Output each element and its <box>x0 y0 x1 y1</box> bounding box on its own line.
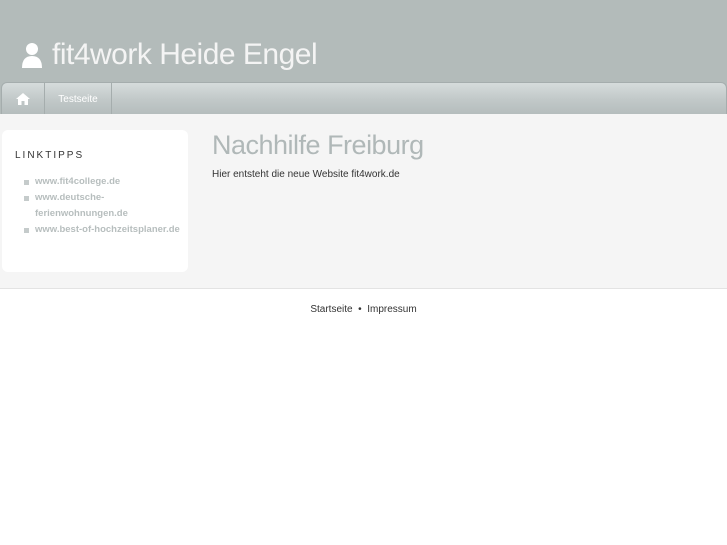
header: fit4work Heide Engel Testseite <box>0 0 727 115</box>
footer-separator: • <box>358 304 362 315</box>
site-logo[interactable]: fit4work Heide Engel <box>22 38 318 72</box>
link-item[interactable]: www.deutsche-ferienwohnungen.de <box>24 190 184 222</box>
page-title: Nachhilfe Freiburg <box>212 130 424 160</box>
footer-link-startseite[interactable]: Startseite <box>310 304 352 315</box>
user-icon <box>22 43 42 68</box>
main-nav: Testseite <box>1 82 727 115</box>
nav-home[interactable] <box>2 83 45 115</box>
sidebar: LINKTIPPS www.fit4college.de www.deutsch… <box>2 130 188 272</box>
sidebar-heading: LINKTIPPS <box>15 150 85 161</box>
site-title: fit4work Heide Engel <box>52 38 318 71</box>
page-text: Hier entsteht die neue Website fit4work.… <box>212 169 400 180</box>
home-icon <box>16 93 30 105</box>
link-list: www.fit4college.de www.deutsche-ferienwo… <box>24 174 184 238</box>
main-area: LINKTIPPS www.fit4college.de www.deutsch… <box>0 114 727 289</box>
footer: Startseite • Impressum <box>0 304 727 315</box>
link-item[interactable]: www.best-of-hochzeitsplaner.de <box>24 222 184 238</box>
nav-testseite[interactable]: Testseite <box>45 83 112 115</box>
content: Nachhilfe Freiburg Hier entsteht die neu… <box>212 130 424 180</box>
link-item[interactable]: www.fit4college.de <box>24 174 184 190</box>
footer-link-impressum[interactable]: Impressum <box>367 304 416 315</box>
